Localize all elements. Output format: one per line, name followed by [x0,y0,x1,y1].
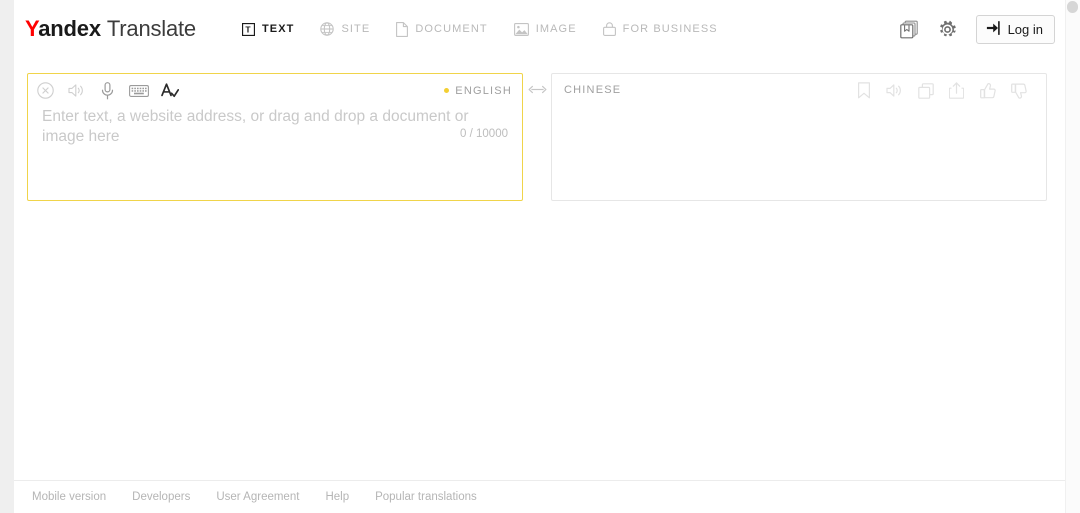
text-box-icon: T [241,22,255,36]
page-content: Yandex Translate T TEXT SITE DOCUMENT IM… [14,0,1065,513]
logo-brand: Yandex [25,16,101,42]
character-counter: 0 / 10000 [460,128,508,140]
target-actions [848,77,1038,105]
target-language-selector[interactable]: CHINESE [554,74,621,107]
translate-area: ENGLISH Enter text, a website address, o… [27,73,1047,201]
spellcheck-icon[interactable] [154,77,185,105]
speaker-icon[interactable] [879,77,910,105]
thumbs-down-icon[interactable] [1003,77,1034,105]
target-panel: CHINESE [551,73,1047,201]
svg-text:T: T [245,24,251,34]
tab-image-label: IMAGE [535,23,577,35]
bookmark-icon[interactable] [848,77,879,105]
footer-link-user-agreement[interactable]: User Agreement [216,491,299,503]
clear-icon[interactable] [30,77,61,105]
thumbs-up-icon[interactable] [972,77,1003,105]
source-panel: ENGLISH Enter text, a website address, o… [27,73,523,201]
tab-text[interactable]: T TEXT [240,19,297,40]
logo-brand-initial: Y [25,16,39,41]
microphone-icon[interactable] [92,77,123,105]
footer-link-developers[interactable]: Developers [132,491,190,503]
source-text-area[interactable]: Enter text, a website address, or drag a… [28,107,522,147]
target-language-label: CHINESE [564,84,622,96]
page-scrollbar[interactable] [1065,0,1080,513]
tab-site[interactable]: SITE [318,18,372,40]
gear-icon[interactable] [938,20,957,39]
scrollbar-thumb[interactable] [1067,1,1078,13]
source-language-dot [444,88,450,93]
collections-icon[interactable] [899,20,919,39]
source-toolbar: ENGLISH [28,74,522,107]
yandex-translate-logo[interactable]: Yandex Translate [25,16,196,42]
main-nav: T TEXT SITE DOCUMENT IMAGE FOR BUSINESS [240,18,720,41]
browser-viewport: Yandex Translate T TEXT SITE DOCUMENT IM… [0,0,1080,513]
tab-image[interactable]: IMAGE [512,19,579,40]
swap-languages-button[interactable] [523,73,551,106]
log-in-label: Log in [1007,21,1043,37]
site-footer: Mobile version Developers User Agreement… [14,480,1065,513]
source-placeholder: Enter text, a website address, or drag a… [42,108,469,145]
logo-brand-rest: andex [38,16,101,41]
tab-for-business-label: FOR BUSINESS [622,23,718,35]
swap-arrows-icon [528,85,546,94]
footer-links: Mobile version Developers User Agreement… [32,491,1065,503]
source-language-label: ENGLISH [455,84,512,97]
tab-for-business[interactable]: FOR BUSINESS [601,18,720,40]
tab-site-label: SITE [341,23,371,35]
site-header: Yandex Translate T TEXT SITE DOCUMENT IM… [14,0,1065,58]
share-icon[interactable] [941,77,972,105]
image-icon [513,22,529,36]
tab-document[interactable]: DOCUMENT [394,18,489,41]
briefcase-icon [602,22,616,36]
source-language-selector[interactable]: ENGLISH [444,85,514,97]
document-icon [396,21,409,37]
logo-product-name: Translate [106,16,196,41]
left-gutter [0,0,14,513]
keyboard-icon[interactable] [123,77,154,105]
copy-icon[interactable] [910,77,941,105]
footer-link-help[interactable]: Help [325,491,349,503]
globe-icon [320,22,335,36]
footer-link-popular-translations[interactable]: Popular translations [375,491,477,503]
footer-link-mobile-version[interactable]: Mobile version [32,491,106,503]
header-actions: Log in [899,14,1055,44]
tab-document-label: DOCUMENT [415,23,488,35]
speaker-icon[interactable] [61,77,92,105]
target-toolbar-row: CHINESE [552,74,1046,107]
log-in-button[interactable]: Log in [975,14,1055,44]
login-arrow-icon [986,20,1001,38]
tab-text-label: TEXT [261,23,295,35]
